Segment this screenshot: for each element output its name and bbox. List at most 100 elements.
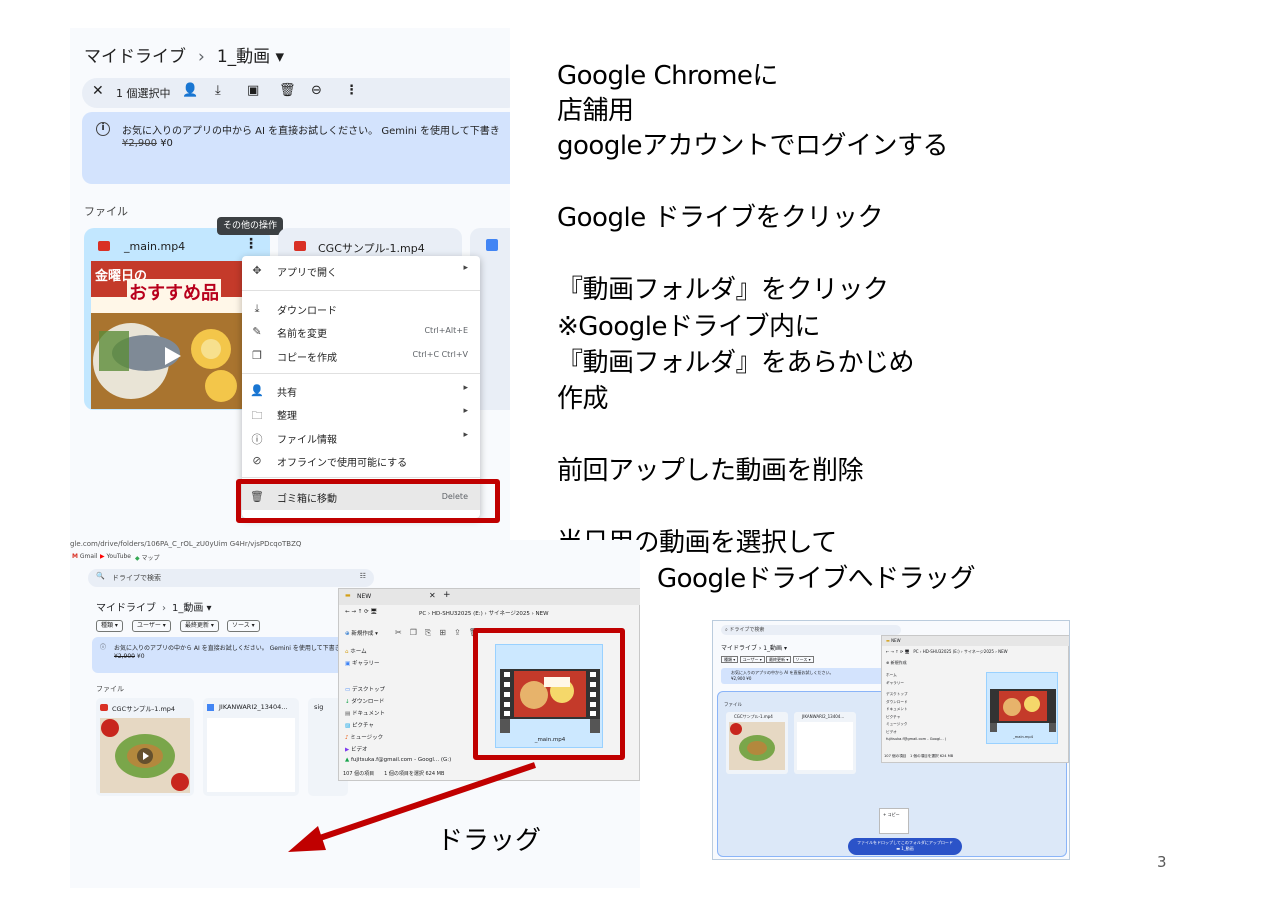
new-label: 新規作成 (890, 660, 907, 665)
menu-item-rename[interactable]: ✎ 名前を変更 Ctrl+Alt+E (242, 321, 480, 343)
drive-search-bar[interactable]: 🔍 ドライブで検索 ☷ (88, 569, 374, 587)
filter-chip-type[interactable]: 種類 ▾ (96, 620, 123, 632)
menu-item-download[interactable]: ⤓ ダウンロード (242, 298, 480, 320)
explorer-new-button[interactable]: ⊕ 新規作成 ▾ (345, 629, 378, 637)
trash-icon[interactable]: 🗑 (279, 83, 296, 98)
explorer-status-bar: 107 個の項目 1 個の項目を選択 624 MB (884, 754, 954, 758)
instruction-line: 『動画フォルダ』をクリック (557, 275, 889, 305)
breadcrumb-separator: › (162, 603, 166, 614)
nav-label: ダウンロード (351, 699, 385, 705)
file-name: CGCサンプル-1.mp4 (318, 242, 425, 255)
filter-chip-modified[interactable]: 最終更新 ▾ (766, 656, 792, 663)
file-card-cgc[interactable]: CGCサンプル-1.mp4 (726, 712, 788, 774)
breadcrumb-root[interactable]: マイドライブ (96, 603, 156, 614)
breadcrumb: マイドライブ › 1_動画 ▾ (721, 645, 787, 652)
gallery-icon: ▣ (345, 661, 351, 667)
pencil-icon: ✎ (252, 325, 262, 338)
filter-chip-modified[interactable]: 最終更新 ▾ (180, 620, 219, 632)
menu-label: オフラインで使用可能にする (277, 458, 408, 469)
more-vert-icon[interactable]: ⋮ (244, 236, 258, 252)
nav-label[interactable]: ビデオ (886, 729, 946, 737)
nav-label: ギャラリー (351, 661, 380, 667)
nav-label[interactable]: ドキュメント (886, 706, 946, 714)
explorer-nav-home[interactable]: ⌂ ホーム (345, 647, 445, 655)
explorer-path[interactable]: PC › HD-SHU32025 (E:) › サイネージ2025 › NEW (419, 609, 549, 617)
file-card-cgc[interactable]: CGCサンプル-1.mp4 (96, 698, 194, 796)
more-vert-icon[interactable]: ⋮ (345, 83, 358, 98)
share-person-icon[interactable]: 👤 (182, 83, 198, 98)
filter-chip-type[interactable]: 種類 ▾ (721, 656, 739, 663)
arrow-head-icon (288, 826, 326, 852)
move-to-folder-icon[interactable]: ▣ (247, 83, 259, 98)
close-tab-icon[interactable]: ✕ (429, 591, 436, 600)
explorer-tab-title[interactable]: NEW (891, 638, 900, 643)
explorer-nav-music[interactable]: ♪ ミュージック (345, 733, 445, 741)
explorer-nav-downloads[interactable]: ↓ ダウンロード (345, 697, 445, 705)
instruction-line: googleアカウントでログインする (557, 131, 949, 161)
nav-label[interactable]: ホーム (886, 672, 946, 680)
close-icon[interactable]: ✕ (92, 83, 104, 99)
breadcrumb-root[interactable]: マイドライブ (84, 47, 186, 67)
new-label: 新規作成 ▾ (351, 631, 378, 637)
menu-item-copy[interactable]: ❐ コピーを作成 Ctrl+C Ctrl+V (242, 345, 480, 367)
file-name: sig (314, 703, 324, 711)
nav-label[interactable]: デスクトップ (886, 691, 946, 699)
explorer-nav-gallery[interactable]: ▣ ギャラリー (345, 659, 445, 667)
selection-toolbar: ✕ 1 個選択中 👤 ⤓ ▣ 🗑 ⊖ ⋮ (82, 78, 510, 108)
explorer-tab-title[interactable]: NEW (357, 593, 371, 600)
explorer-nav-buttons[interactable]: ← → ↑ ⟳ 🖥 (345, 609, 377, 615)
salad-thumbnail-art (100, 718, 190, 793)
page-number: 3 (1157, 853, 1167, 871)
menu-label: 共有 (277, 388, 297, 399)
filter-icon[interactable]: ☷ (360, 572, 366, 580)
info-icon: i (96, 122, 110, 136)
explorer-nav-videos[interactable]: ▶ ビデオ (345, 745, 445, 753)
menu-item-file-info[interactable]: ⓘ ファイル情報 ▸ (242, 427, 480, 449)
nav-label[interactable]: fujitsuka.f@gmail.com - Googl... (G:) (886, 736, 946, 744)
plus-circle-icon: ⊕ (345, 631, 350, 637)
filter-chips: 種類 ▾ ユーザー ▾ 最終更新 ▾ ソース ▾ (721, 656, 814, 663)
nav-label[interactable]: ミュージック (886, 721, 946, 729)
file-tile-main[interactable]: _main.mp4 (986, 672, 1058, 744)
explorer-path[interactable]: ← → ↑ ⟳ 🖥 PC › HD-SHU32025 (E:) › サイネージ2… (886, 649, 1008, 655)
open-with-icon: ✥ (252, 264, 262, 277)
bookmark-gmail[interactable]: M Gmail (72, 553, 97, 560)
new-tab-icon[interactable]: + (443, 590, 451, 600)
breadcrumb-folder[interactable]: 1_動画 ▾ (217, 47, 284, 67)
file-card-jikanwari[interactable]: JIKANWARI2_13404... (794, 712, 856, 774)
upload-toast: ファイルをドロップしてこのフォルダにアップロード ▬ 1_動画 (848, 838, 962, 855)
explorer-nav-pictures[interactable]: ▨ ピクチャ (345, 721, 445, 729)
menu-item-share[interactable]: 👤 共有 ▸ (242, 380, 480, 402)
menu-item-open-with[interactable]: ✥ アプリで開く ▸ (242, 260, 480, 282)
search-icon: 🔍 (96, 572, 105, 580)
breadcrumb-folder[interactable]: 1_動画 ▾ (763, 645, 787, 652)
banner-text: お気に入りのアプリの中から AI を直接お試しください。 Gemini を使用し… (114, 645, 359, 652)
explorer-nav-documents[interactable]: ▤ ドキュメント (345, 709, 445, 717)
nav-label[interactable]: ダウンロード (886, 699, 946, 707)
link-icon[interactable]: ⊖ (311, 83, 322, 98)
drive-search-bar[interactable]: ⌕ ドライブで検索 (721, 625, 901, 635)
folder-icon: 🗀 (251, 409, 263, 422)
menu-item-offline[interactable]: ⊘ オフラインで使用可能にする (242, 450, 480, 472)
breadcrumb-root[interactable]: マイドライブ (721, 645, 757, 652)
filter-chip-user[interactable]: ユーザー ▾ (132, 620, 171, 632)
explorer-nav-pane[interactable]: ホーム ギャラリー デスクトップ ダウンロード ドキュメント ピクチャ ミュージ… (886, 672, 946, 744)
filter-chip-source[interactable]: ソース ▾ (227, 620, 260, 632)
filter-chip-source[interactable]: ソース ▾ (792, 656, 814, 663)
bookmark-maps[interactable]: ◆ マップ (135, 553, 160, 562)
instruction-line: ※Googleドライブ内に (557, 312, 820, 342)
explorer-nav-desktop[interactable]: ▭ デスクトップ (345, 685, 445, 693)
filter-chip-user[interactable]: ユーザー ▾ (739, 656, 765, 663)
download-icon[interactable]: ⤓ (215, 83, 221, 98)
explorer-new-button[interactable]: ⊕ 新規作成 (886, 660, 907, 666)
instruction-line: 作成 (557, 384, 609, 414)
nav-label[interactable]: ギャラリー (886, 680, 946, 688)
bookmark-youtube[interactable]: ▶ YouTube (100, 553, 131, 560)
menu-label: アプリで開く (277, 268, 337, 279)
price-old: ¥2,900 (122, 138, 157, 149)
instruction-line: Google ドライブをクリック (557, 203, 883, 233)
highlight-box-trash (236, 479, 500, 523)
nav-label[interactable]: ピクチャ (886, 714, 946, 722)
breadcrumb-folder[interactable]: 1_動画 ▾ (172, 603, 212, 614)
menu-item-organize[interactable]: 🗀 整理 ▸ (242, 403, 480, 425)
